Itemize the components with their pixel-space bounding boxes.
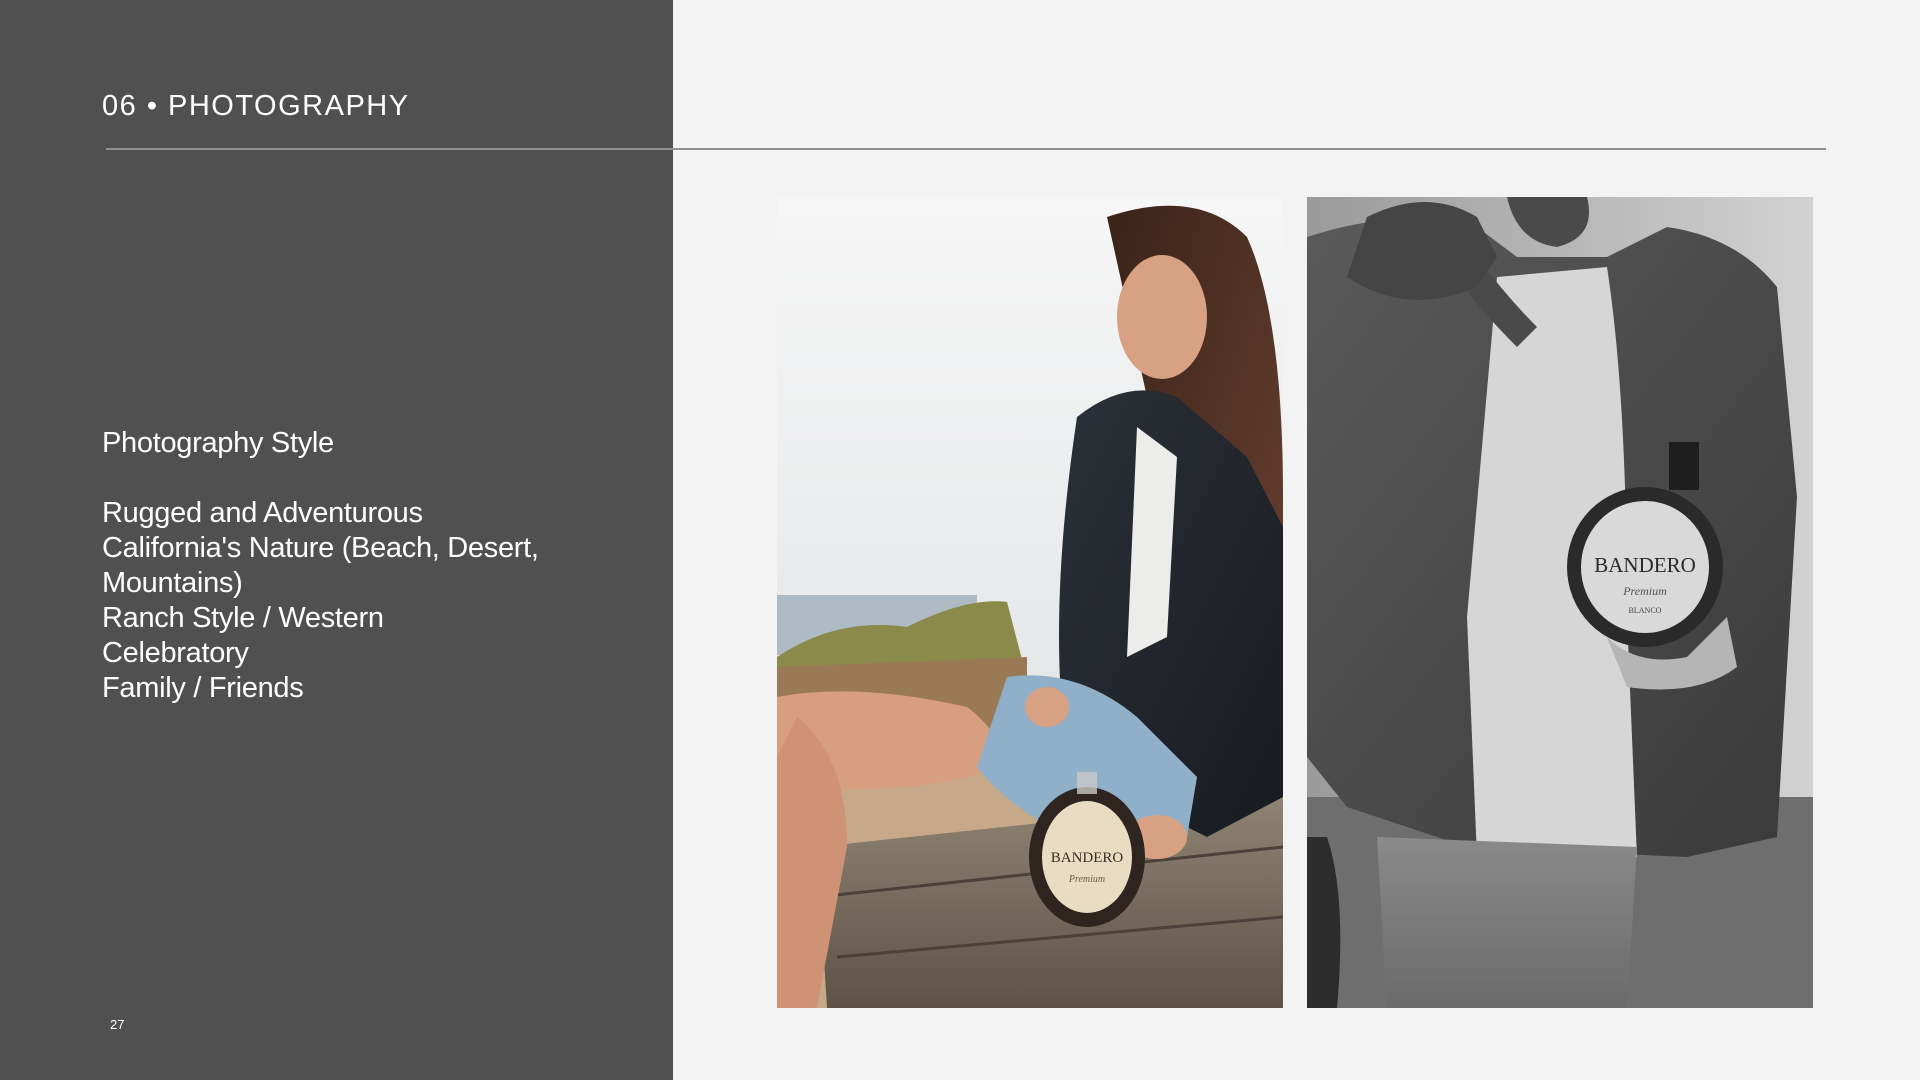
style-item: Ranch Style / Western	[102, 602, 384, 634]
page-number: 27	[110, 1017, 125, 1032]
style-item: Family / Friends	[102, 672, 304, 704]
content-heading: Photography Style	[102, 427, 334, 459]
man-with-bottle-photo: BANDERO Premium BLANCO	[1307, 197, 1813, 1008]
style-item: Celebratory	[102, 637, 249, 669]
bottle-brand-label: BANDERO	[1051, 850, 1124, 866]
photography-style-text: Photography Style Rugged and Adventurous…	[102, 426, 662, 706]
bottle-variant-label: Premium	[1068, 874, 1105, 885]
bottle-type-label: BLANCO	[1629, 606, 1662, 615]
section-title: 06 • PHOTOGRAPHY	[102, 90, 410, 122]
header-divider	[106, 148, 1826, 150]
style-item: Rugged and Adventurous	[102, 497, 423, 529]
left-panel: 06 • PHOTOGRAPHY Photography Style Rugge…	[0, 0, 673, 1080]
bottle-brand-label-2: BANDERO	[1594, 553, 1696, 577]
bottle-variant-label-2: Premium	[1622, 584, 1667, 598]
woman-with-bottle-photo: BANDERO Premium	[777, 197, 1283, 1008]
style-item: California's Nature (Beach, Desert, Moun…	[102, 532, 539, 599]
